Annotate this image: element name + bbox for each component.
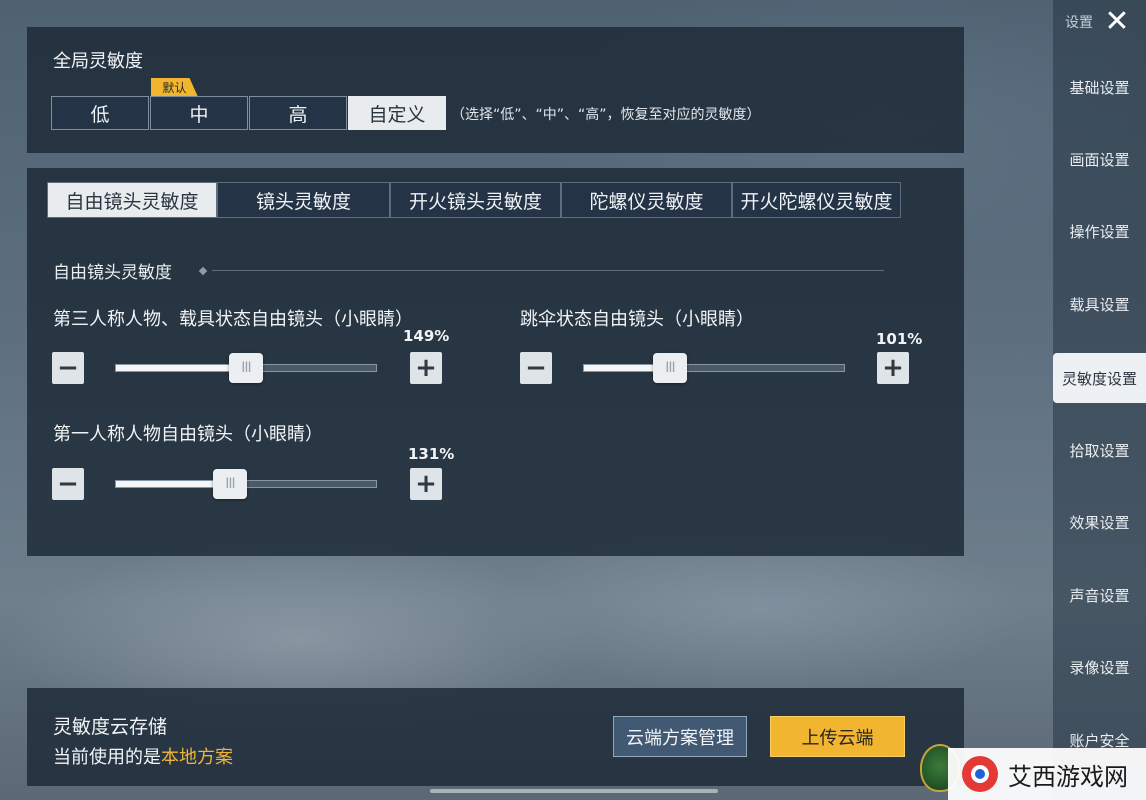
sidebar-item-audio[interactable]: 声音设置 — [1053, 570, 1146, 620]
preset-high[interactable]: 高 — [249, 96, 347, 130]
site-watermark: 艾西游戏网 — [948, 748, 1146, 800]
tab-fire-camera[interactable]: 开火镜头灵敏度 — [390, 182, 561, 218]
cloud-storage-desc: 当前使用的是本地方案 — [53, 743, 233, 769]
tab-gyroscope[interactable]: 陀螺仪灵敏度 — [561, 182, 732, 218]
slider-grip-icon[interactable]: III — [229, 353, 263, 383]
preset-custom[interactable]: 自定义 — [348, 96, 446, 130]
cloud-manage-button[interactable]: 云端方案管理 — [613, 716, 747, 757]
minus-icon[interactable]: − — [520, 352, 552, 384]
preset-low[interactable]: 低 — [51, 96, 149, 130]
slider-grip-icon[interactable]: III — [213, 469, 247, 499]
sidebar-item-pickup[interactable]: 拾取设置 — [1053, 425, 1146, 475]
settings-title: 设置 — [1065, 15, 1093, 31]
minus-icon[interactable]: − — [52, 468, 84, 500]
preset-hint: （选择“低”、“中”、“高”，恢复至对应的灵敏度） — [451, 107, 761, 123]
plus-icon[interactable]: + — [410, 468, 442, 500]
slider-label-first-person: 第一人称人物自由镜头（小眼睛） — [53, 424, 323, 445]
tab-fire-gyroscope[interactable]: 开火陀螺仪灵敏度 — [732, 182, 901, 218]
global-sensitivity-title: 全局灵敏度 — [53, 51, 143, 72]
minus-icon[interactable]: − — [52, 352, 84, 384]
sidebar-item-vehicle[interactable]: 载具设置 — [1053, 279, 1146, 329]
slider-track-parachute[interactable]: III — [583, 353, 845, 383]
slider-value-third-person: 149% — [403, 327, 450, 345]
sidebar-item-replay[interactable]: 录像设置 — [1053, 642, 1146, 692]
tab-camera[interactable]: 镜头灵敏度 — [217, 182, 390, 218]
sidebar-item-sensitivity[interactable]: 灵敏度设置 — [1053, 353, 1146, 403]
slider-track-third-person[interactable]: III — [115, 353, 377, 383]
section-divider — [212, 270, 884, 271]
preset-medium[interactable]: 中 — [150, 96, 248, 130]
bottom-handle-bar — [430, 789, 718, 793]
slider-value-first-person: 131% — [408, 445, 455, 463]
slider-fill — [116, 365, 246, 371]
cloud-storage-title: 灵敏度云存储 — [53, 716, 168, 738]
cloud-local-scheme: 本地方案 — [161, 747, 233, 768]
watermark-text: 艾西游戏网 — [1008, 762, 1128, 791]
slider-track-first-person[interactable]: III — [115, 469, 377, 499]
watermark-logo-icon — [962, 756, 998, 792]
tab-free-look[interactable]: 自由镜头灵敏度 — [47, 182, 217, 218]
close-icon[interactable]: ✕ — [1098, 3, 1136, 39]
slider-value-parachute: 101% — [876, 330, 923, 348]
sensitivity-detail-panel — [27, 168, 964, 556]
cloud-desc-prefix: 当前使用的是 — [53, 747, 161, 768]
plus-icon[interactable]: + — [410, 352, 442, 384]
slider-label-third-person: 第三人称人物、载具状态自由镜头（小眼睛） — [53, 309, 413, 330]
sidebar-item-controls[interactable]: 操作设置 — [1053, 206, 1146, 256]
plus-icon[interactable]: + — [877, 352, 909, 384]
upload-cloud-button[interactable]: 上传云端 — [770, 716, 905, 757]
slider-label-parachute: 跳伞状态自由镜头（小眼睛） — [520, 309, 754, 330]
sidebar-item-basic[interactable]: 基础设置 — [1053, 62, 1146, 112]
sidebar-item-effects[interactable]: 效果设置 — [1053, 497, 1146, 547]
sidebar-item-graphics[interactable]: 画面设置 — [1053, 134, 1146, 184]
slider-grip-icon[interactable]: III — [653, 353, 687, 383]
section-heading: 自由镜头灵敏度 — [53, 263, 172, 283]
